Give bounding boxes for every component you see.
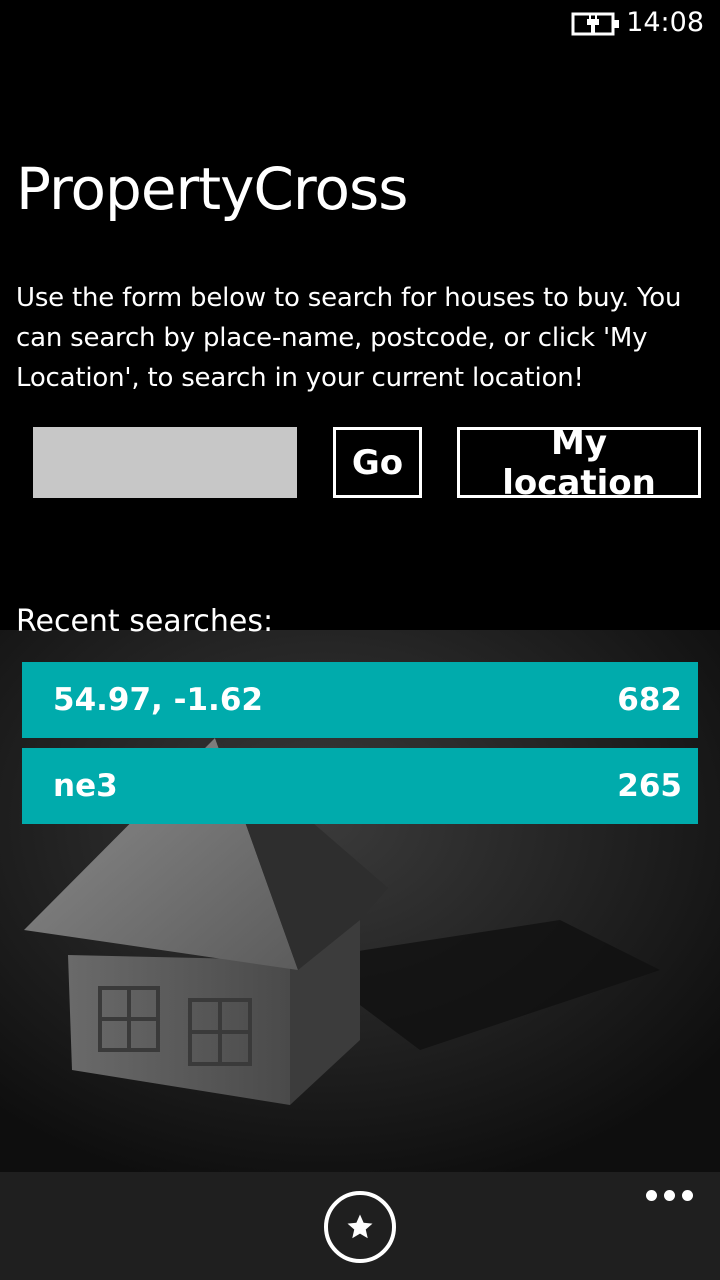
my-location-button[interactable]: My location — [457, 423, 701, 503]
recent-search-query: 54.97, -1.62 — [53, 682, 263, 718]
recent-searches-list: 54.97, -1.62 682 ne3 265 — [22, 662, 698, 834]
favourites-button[interactable] — [324, 1191, 396, 1263]
page-title: PropertyCross — [16, 155, 408, 223]
ellipsis-icon[interactable] — [644, 1184, 696, 1208]
app-bar — [0, 1172, 720, 1280]
recent-search-query: ne3 — [53, 768, 118, 804]
status-bar: 14:08 — [0, 0, 720, 48]
status-time: 14:08 — [626, 7, 704, 38]
search-input[interactable] — [33, 427, 297, 498]
go-button[interactable]: Go — [333, 427, 422, 498]
recent-search-count: 682 — [617, 682, 682, 718]
recent-search-item[interactable]: 54.97, -1.62 682 — [22, 662, 698, 738]
recent-search-item[interactable]: ne3 265 — [22, 748, 698, 824]
battery-charging-icon — [571, 12, 619, 36]
star-icon — [347, 1214, 373, 1239]
recent-search-count: 265 — [617, 768, 682, 804]
intro-text: Use the form below to search for houses … — [16, 283, 682, 393]
recent-searches-label: Recent searches: — [16, 604, 274, 639]
